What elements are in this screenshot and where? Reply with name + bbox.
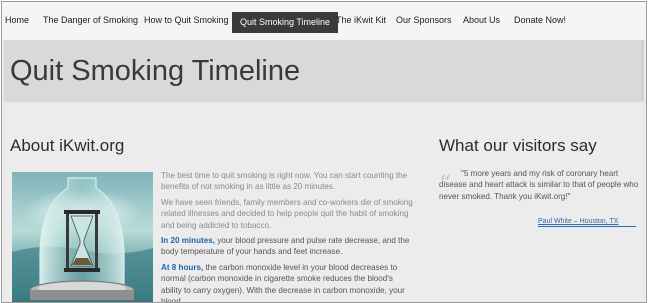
about-paragraph: In 20 minutes, your blood pressure and p… <box>161 235 413 258</box>
nav-item-how-to-quit[interactable]: How to Quit Smoking <box>144 15 229 26</box>
about-text: The best time to quit smoking is right n… <box>161 170 413 302</box>
page-frame: Home The Danger of Smoking How to Quit S… <box>1 1 647 303</box>
nav-item-quit-timeline[interactable]: Quit Smoking Timeline <box>232 12 339 33</box>
page-title: Quit Smoking Timeline <box>10 55 301 87</box>
nav-item-home[interactable]: Home <box>5 15 29 26</box>
about-paragraph: The best time to quit smoking is right n… <box>161 171 408 192</box>
divider <box>538 226 636 227</box>
scrollbar[interactable] <box>641 40 644 100</box>
main-nav: Home The Danger of Smoking How to Quit S… <box>2 2 646 41</box>
testimonial-author-link[interactable]: Paul White – Houston, TX <box>538 218 618 225</box>
page-header: Quit Smoking Timeline <box>4 40 644 102</box>
main-content: About iKwit.org The best time to quit sm… <box>4 104 644 302</box>
nav-item-ikwit-kit[interactable]: The iKwit Kit <box>336 15 386 26</box>
testimonial-quote: "5 more years and my risk of coronary he… <box>439 169 639 201</box>
timeline-highlight: In 20 minutes, <box>161 236 215 246</box>
about-paragraph: We have seen friends, family members and… <box>161 197 413 230</box>
about-paragraph: At 8 hours, the carbon monoxide level in… <box>161 262 413 302</box>
nav-item-our-sponsors[interactable]: Our Sponsors <box>396 15 452 26</box>
nav-item-danger-of-smoking[interactable]: The Danger of Smoking <box>43 15 138 26</box>
about-section-title: About iKwit.org <box>10 136 125 155</box>
visitors-section-title: What our visitors say <box>439 136 597 155</box>
nav-item-donate-now[interactable]: Donate Now! <box>514 15 566 26</box>
nav-item-about-us[interactable]: About Us <box>463 15 500 26</box>
hourglass-bell-jar-image <box>12 172 153 302</box>
timeline-highlight: At 8 hours, <box>161 262 204 272</box>
